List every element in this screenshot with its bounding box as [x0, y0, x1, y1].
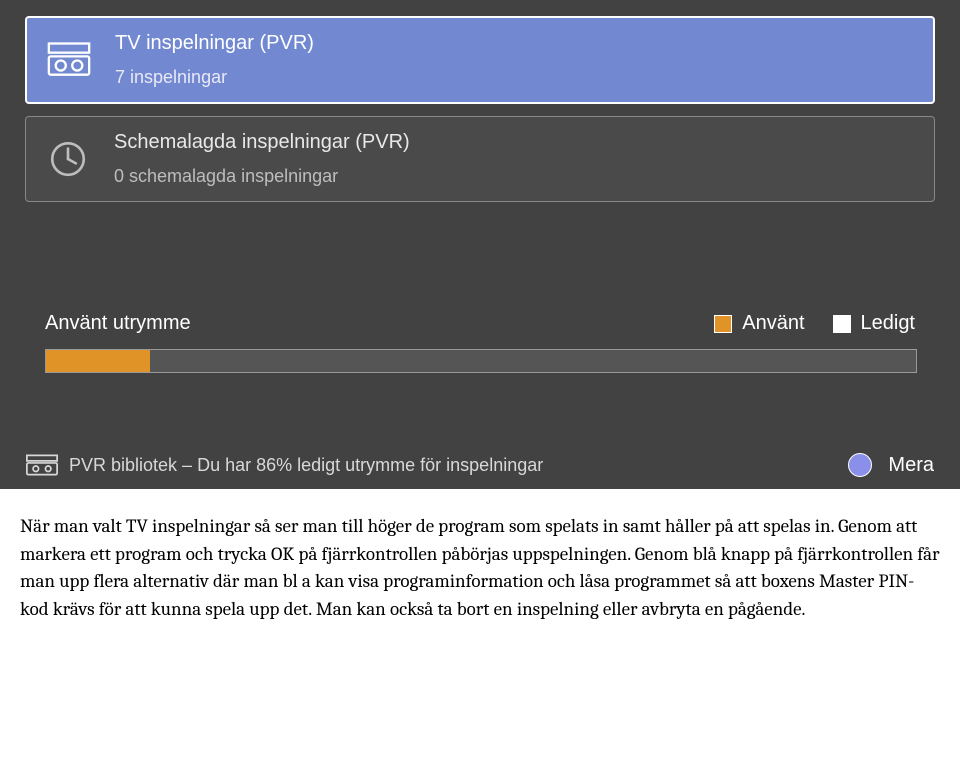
menu-item-tv-recordings[interactable]: TV inspelningar (PVR) 7 inspelningar [25, 16, 935, 104]
legend-free-label: Ledigt [861, 312, 916, 335]
menu-item-title: TV inspelningar (PVR) [115, 32, 314, 55]
menu-item-subtitle: 0 schemalagda inspelningar [114, 166, 410, 187]
footer-bar: PVR bibliotek – Du har 86% ledigt utrymm… [0, 443, 960, 489]
menu-item-title: Schemalagda inspelningar (PVR) [114, 131, 410, 154]
instruction-caption: När man valt TV inspelningar så ser man … [0, 489, 960, 623]
menu-item-scheduled-recordings[interactable]: Schemalagda inspelningar (PVR) 0 schemal… [25, 116, 935, 202]
legend-used-label: Använt [742, 312, 804, 335]
clock-icon [46, 137, 90, 181]
legend-free: Ledigt [833, 312, 916, 335]
storage-section: Använt utrymme Använt Ledigt [45, 312, 915, 373]
legend-used: Använt [714, 312, 804, 335]
footer-text: PVR bibliotek – Du har 86% ledigt utrymm… [69, 455, 838, 476]
pvr-panel: TV inspelningar (PVR) 7 inspelningar Sch… [0, 0, 960, 489]
storage-bar [45, 349, 917, 373]
storage-bar-fill [46, 350, 150, 372]
legend-swatch-free [833, 315, 851, 333]
storage-title: Använt utrymme [45, 312, 686, 335]
menu-item-subtitle: 7 inspelningar [115, 67, 314, 88]
legend-swatch-used [714, 315, 732, 333]
more-button-dot[interactable] [848, 453, 872, 477]
tape-small-icon [25, 454, 59, 476]
tape-icon [47, 38, 91, 82]
more-button-label[interactable]: Mera [888, 454, 934, 477]
